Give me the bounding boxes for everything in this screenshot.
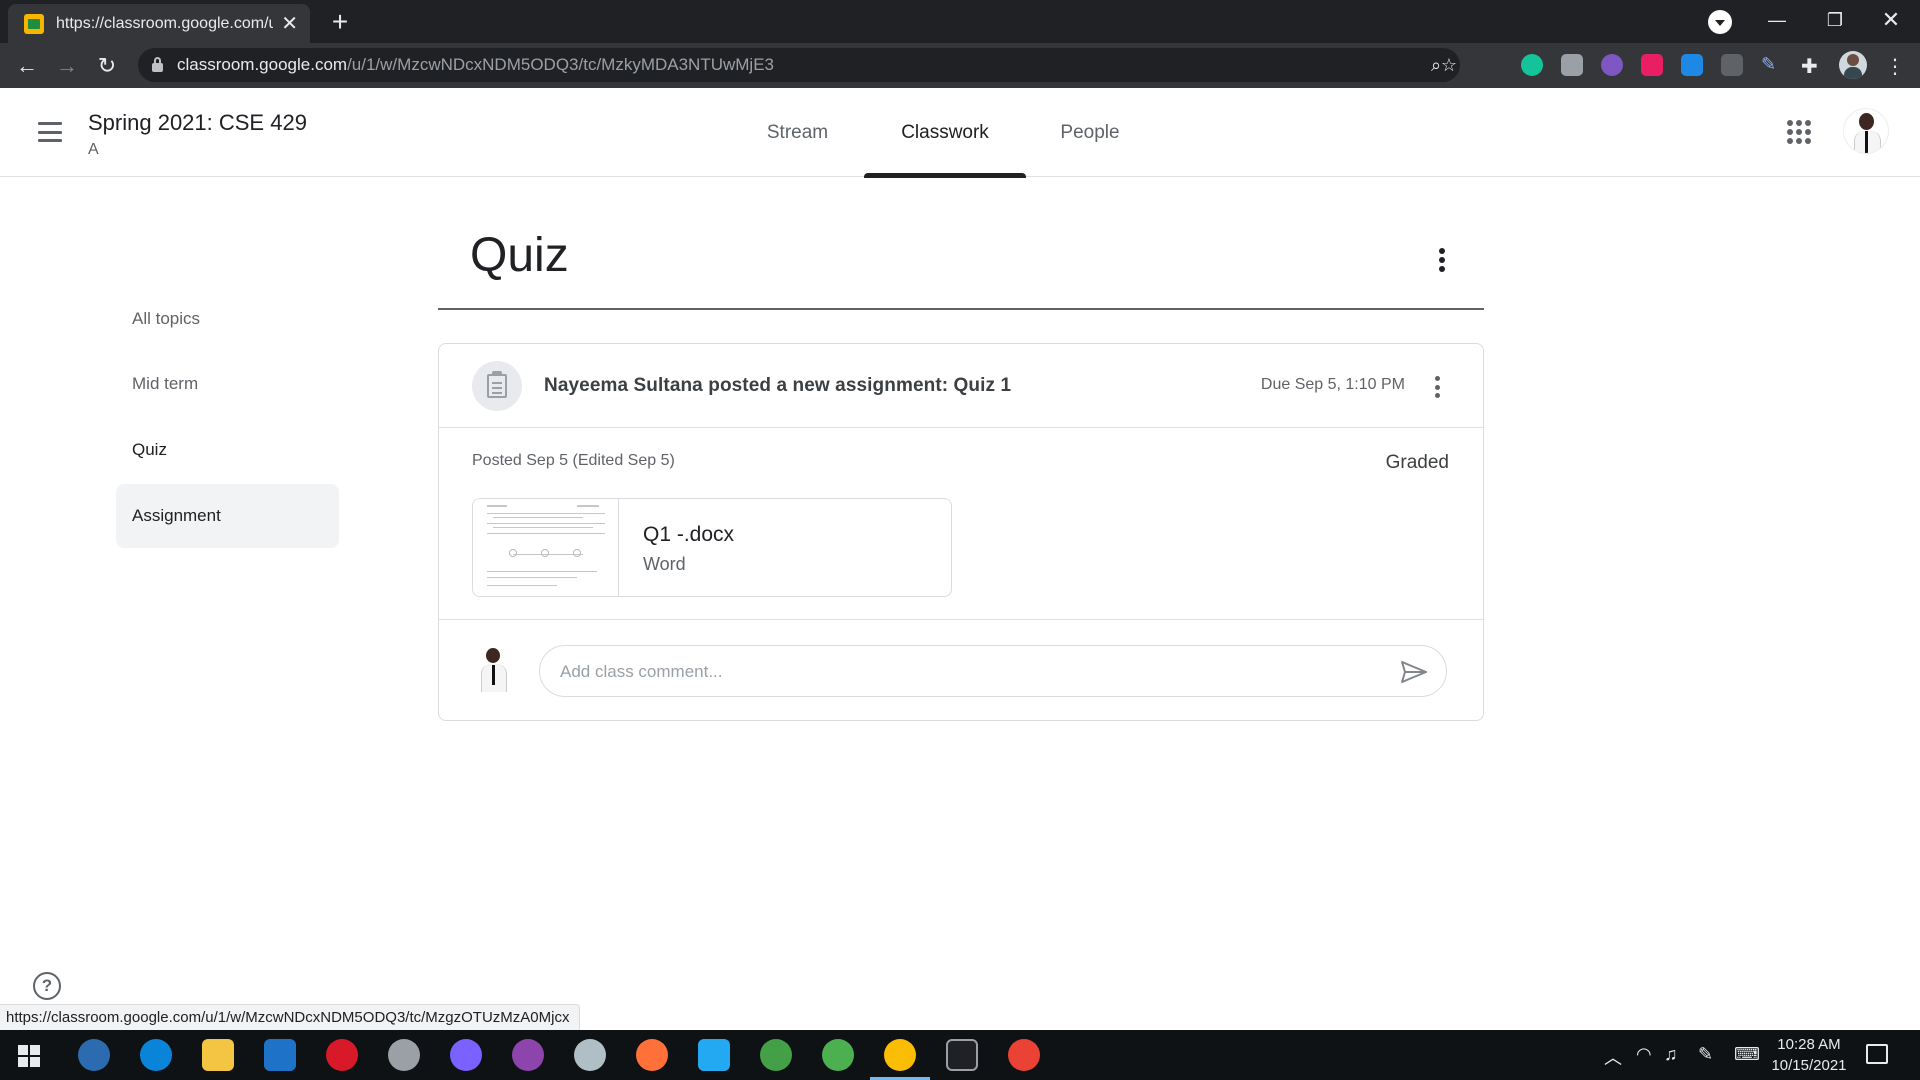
assignment-header[interactable]: Nayeema Sultana posted a new assignment:… [439,344,1483,428]
tab-classwork[interactable]: Classwork [864,88,1026,178]
class-comment-box [539,645,1447,697]
user-avatar [472,646,514,692]
mail-icon[interactable] [264,1039,296,1071]
chrome-menu-icon[interactable]: ⋮ [1878,49,1912,83]
volume-icon[interactable]: ♫ [1664,1044,1678,1065]
reload-icon[interactable]: ↻ [90,49,124,83]
tab-people[interactable]: People [1047,88,1133,177]
back-arrow-icon[interactable]: ← [10,49,44,83]
pen-extension-icon[interactable]: ✎ [1761,54,1783,76]
send-icon[interactable] [1400,660,1428,684]
class-section: A [88,141,99,158]
tab-title: https://classroom.google.com/u/ [56,14,274,32]
download-extension-icon[interactable] [1681,54,1703,76]
windows-start-icon[interactable] [18,1045,40,1067]
comment-divider [439,619,1483,620]
help-icon[interactable]: ? [33,972,61,1000]
minimize-button[interactable]: — [1748,0,1806,40]
firefox-icon[interactable] [636,1039,668,1071]
class-title[interactable]: Spring 2021: CSE 429 [88,110,307,136]
attachment-name: Q1 -.docx [643,523,735,546]
topic-more-options-icon[interactable] [1430,244,1454,276]
app-icon[interactable] [760,1039,792,1071]
assignment-title[interactable]: Nayeema Sultana posted a new assignment:… [544,375,1011,397]
account-avatar[interactable] [1843,108,1889,154]
topic-mid-term[interactable]: Mid term [116,352,339,416]
close-tab-icon[interactable]: ✕ [281,14,298,34]
topic-divider [438,308,1484,310]
browser-toolbar: ← → ↻ classroom.google.com/u/1/w/MzcwNDc… [0,43,1920,88]
assignment-card: Nayeema Sultana posted a new assignment:… [438,343,1484,721]
github-icon[interactable] [512,1039,544,1071]
google-apps-icon[interactable] [1787,120,1811,144]
extension-icon[interactable] [1601,54,1623,76]
address-bar[interactable]: classroom.google.com/u/1/w/MzcwNDcxNDM5O… [138,48,1460,82]
due-date: Due Sep 5, 1:10 PM [1260,376,1405,393]
vscode-icon[interactable] [698,1039,730,1071]
attachment-type: Word [643,554,686,574]
extension-icon[interactable] [1721,54,1743,76]
classroom-header: Spring 2021: CSE 429 A Stream Classwork … [0,88,1920,178]
messenger-icon[interactable] [450,1039,482,1071]
bookmark-star-icon[interactable]: ☆ [1438,54,1460,76]
keyboard-icon[interactable]: ⌨ [1734,1044,1760,1065]
assignment-more-options-icon[interactable] [1425,374,1449,400]
camera-extension-icon[interactable] [1561,54,1583,76]
restore-button[interactable]: ❐ [1806,0,1864,40]
app-icon[interactable] [574,1039,606,1071]
link-status-bar: https://classroom.google.com/u/1/w/MzcwN… [0,1004,581,1030]
url-text[interactable]: classroom.google.com/u/1/w/MzcwNDcxNDM5O… [177,55,774,75]
chrome-profile-icon[interactable] [1008,1039,1040,1071]
topic-assignment[interactable]: Assignment [116,484,339,548]
notification-icon[interactable] [1866,1044,1888,1064]
lock-icon [152,57,163,72]
topic-heading: Quiz [470,229,569,282]
chrome-icon[interactable] [822,1039,854,1071]
close-window-button[interactable]: ✕ [1862,0,1920,40]
app-icon[interactable] [388,1039,420,1071]
terminal-icon[interactable] [946,1039,978,1071]
network-icon[interactable]: ◠ [1636,1044,1652,1065]
extensions-puzzle-icon[interactable]: ✚ [1801,54,1823,78]
play-extension-icon[interactable] [1641,54,1663,76]
class-comment-input[interactable] [560,660,1340,684]
browser-tab-strip: https://classroom.google.com/u/ ✕ + — ❐ … [0,0,1920,43]
posted-date: Posted Sep 5 (Edited Sep 5) [472,452,675,469]
attachment-card[interactable]: Q1 -.docx Word [472,498,952,597]
show-hidden-icons-icon[interactable]: ︿ [1604,1044,1622,1070]
chrome-profile-avatar[interactable] [1839,51,1867,79]
main-menu-icon[interactable] [32,118,68,146]
system-clock[interactable]: 10:28 AM 10/15/2021 [1770,1034,1848,1076]
chrome-active-icon[interactable] [884,1039,916,1071]
new-tab-button[interactable]: + [324,6,356,38]
grammarly-extension-icon[interactable] [1521,54,1543,76]
tab-search-icon[interactable] [1708,10,1732,34]
document-thumbnail [473,499,619,596]
tab-stream[interactable]: Stream [750,88,845,177]
pen-icon[interactable]: ✎ [1698,1044,1713,1065]
assignment-icon [472,361,522,411]
classroom-favicon-icon [24,13,44,34]
graded-status: Graded [1385,452,1449,473]
windows-taskbar: ︿ ◠ ♫ ✎ ⌨ 10:28 AM 10/15/2021 [0,1030,1920,1080]
forward-arrow-icon[interactable]: → [50,49,84,83]
topic-all-topics[interactable]: All topics [116,287,339,351]
topic-quiz[interactable]: Quiz [116,418,339,482]
qbittorrent-icon[interactable] [78,1039,110,1071]
edge-icon[interactable] [140,1039,172,1071]
file-explorer-icon[interactable] [202,1039,234,1071]
browser-tab[interactable]: https://classroom.google.com/u/ ✕ [8,4,310,43]
opera-icon[interactable] [326,1039,358,1071]
